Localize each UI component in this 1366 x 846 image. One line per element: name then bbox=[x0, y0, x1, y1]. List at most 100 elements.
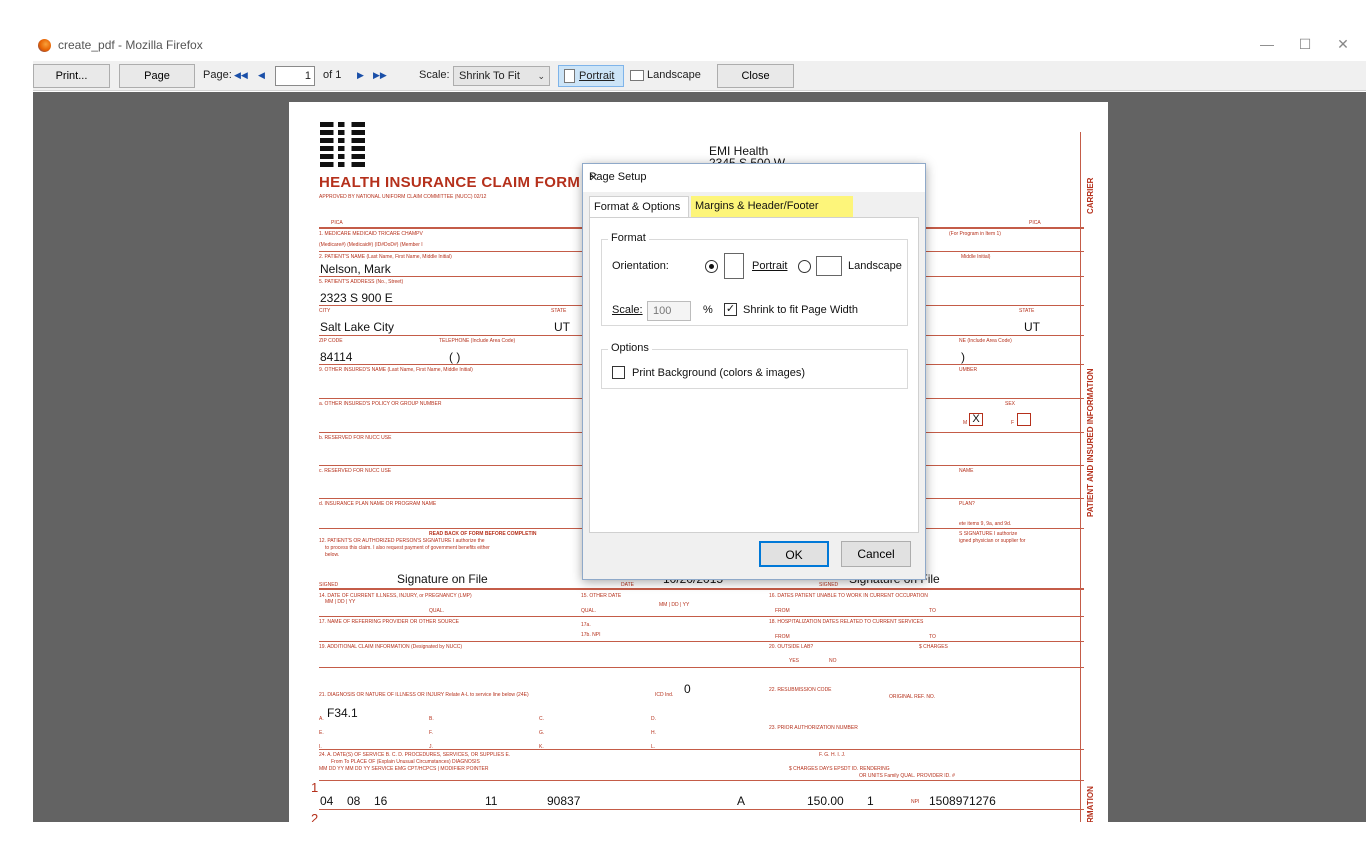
read-back-text: READ BACK OF FORM BEFORE COMPLETIN bbox=[429, 531, 537, 537]
nucc-b-label: b. RESERVED FOR NUCC USE bbox=[319, 435, 392, 441]
city: Salt Lake City bbox=[320, 320, 395, 334]
first-page-icon[interactable]: ◀◀ bbox=[234, 70, 248, 81]
hosp-to-label: TO bbox=[929, 634, 936, 640]
hosp-from-label: FROM bbox=[775, 634, 790, 640]
service-header: 24. A. DATE(S) OF SERVICE B. C. D. PROCE… bbox=[319, 752, 511, 758]
outside-lab-yes: YES bbox=[789, 658, 800, 664]
chevron-down-icon: ⌄ bbox=[537, 71, 545, 81]
zip: 84114 bbox=[320, 350, 353, 364]
scale-input[interactable]: 100 bbox=[647, 301, 691, 321]
pica-right: PICA bbox=[1029, 220, 1041, 226]
service-header-right-2: $ CHARGES DAYS EPSDT ID. RENDERING bbox=[789, 766, 890, 772]
rendering-npi: 1508971276 bbox=[929, 794, 996, 808]
service-header-2: From To PLACE OF (Explain Unusual Circum… bbox=[331, 759, 480, 765]
shrink-to-fit-checkbox[interactable]: ✓ bbox=[724, 303, 737, 316]
portrait-radio[interactable] bbox=[705, 260, 718, 273]
other-insured-label: 9. OTHER INSURED'S NAME (Last Name, Firs… bbox=[319, 367, 473, 373]
unable-from-label: FROM bbox=[775, 608, 790, 614]
state2: UT bbox=[1024, 320, 1040, 334]
insured-signature-note: S SIGNATURE I authorize bbox=[959, 531, 1018, 537]
print-background-label[interactable]: Print Background (colors & images) bbox=[632, 367, 805, 379]
shrink-to-fit-label[interactable]: Shrink to fit Page Width bbox=[743, 304, 858, 316]
landscape-page-icon bbox=[630, 70, 644, 81]
side-rule bbox=[1080, 132, 1081, 822]
middle-initial-label: Middle Initial) bbox=[961, 254, 991, 260]
state-label: STATE bbox=[551, 308, 567, 314]
tab-format-options[interactable]: Format & Options bbox=[589, 196, 689, 218]
cpt-code: 90837 bbox=[547, 794, 581, 808]
minimize-button[interactable]: — bbox=[1252, 36, 1282, 52]
print-background-checkbox[interactable] bbox=[612, 366, 625, 379]
portrait-toggle[interactable]: Portrait bbox=[558, 65, 624, 87]
maximize-button[interactable]: ☐ bbox=[1290, 36, 1320, 53]
page-number-input[interactable]: 1 bbox=[275, 66, 315, 86]
landscape-radio[interactable] bbox=[798, 260, 811, 273]
icd-ind-label: ICD Ind. bbox=[655, 692, 674, 698]
zip-label: ZIP CODE bbox=[319, 338, 343, 344]
program-note: (For Program in Item 1) bbox=[949, 231, 1001, 237]
patient-name: Nelson, Mark bbox=[320, 262, 391, 276]
next-page-icon[interactable]: ▶ bbox=[357, 70, 364, 81]
items-note: ete items 9, 9a, and 9d. bbox=[959, 521, 1012, 527]
medicare-row-2: (Medicare#) (Medicaid#) (ID#DoD#) (Membe… bbox=[319, 242, 423, 248]
portrait-page-icon bbox=[564, 69, 575, 83]
close-icon[interactable]: ✕ bbox=[589, 171, 915, 184]
other-policy-label: a. OTHER INSURED'S POLICY OR GROUP NUMBE… bbox=[319, 401, 442, 407]
illness-qual: QUAL. bbox=[429, 608, 445, 614]
diag-b: B. bbox=[429, 716, 434, 722]
form-title: HEALTH INSURANCE CLAIM FORM bbox=[319, 174, 581, 191]
side-label-patient: PATIENT AND INSURED INFORMATION bbox=[1086, 368, 1095, 517]
form-rule bbox=[319, 667, 1084, 668]
cancel-button[interactable]: Cancel bbox=[841, 541, 911, 567]
sex-f-box bbox=[1017, 413, 1031, 426]
print-button[interactable]: Print... bbox=[33, 64, 110, 88]
state: UT bbox=[554, 320, 570, 334]
unable-to-work-label: 16. DATES PATIENT UNABLE TO WORK IN CURR… bbox=[769, 593, 928, 599]
patient-signature: Signature on File bbox=[397, 572, 488, 586]
prior-auth-label: 23. PRIOR AUTHORIZATION NUMBER bbox=[769, 725, 858, 731]
service-from-dd: 08 bbox=[347, 794, 361, 808]
close-preview-button[interactable]: Close bbox=[717, 64, 794, 88]
firefox-icon bbox=[38, 39, 51, 52]
landscape-page-icon bbox=[816, 256, 842, 276]
diag-a-label: A. bbox=[319, 716, 324, 722]
units: 1 bbox=[867, 794, 874, 808]
portrait-radio-label[interactable]: Portrait bbox=[752, 260, 787, 272]
scale-select[interactable]: Shrink To Fit ⌄ bbox=[453, 66, 550, 86]
city-label: CITY bbox=[319, 308, 331, 314]
outside-charges-label: $ CHARGES bbox=[919, 644, 948, 650]
close-window-button[interactable]: ✕ bbox=[1328, 36, 1358, 53]
diagnosis-label: 21. DIAGNOSIS OR NATURE OF ILLNESS OR IN… bbox=[319, 692, 529, 698]
prev-page-icon[interactable]: ◀ bbox=[258, 70, 265, 81]
address-label: 5. PATIENT'S ADDRESS (No., Street) bbox=[319, 279, 404, 285]
page-count: of 1 bbox=[323, 69, 342, 81]
percent-label: % bbox=[703, 304, 713, 316]
service-header-right-3: OR UNITS Family QUAL. PROVIDER ID. # bbox=[859, 773, 955, 779]
icd-ind: 0 bbox=[684, 682, 691, 696]
page-setup-button[interactable]: Page Setup... bbox=[119, 64, 195, 104]
diag-a: F34.1 bbox=[327, 706, 358, 720]
options-group: Options Print Background (colors & image… bbox=[601, 342, 908, 389]
line-charges: 150.00 bbox=[807, 794, 844, 808]
ref-17b: 17b. NPI bbox=[581, 632, 601, 638]
last-page-icon[interactable]: ▶▶ bbox=[373, 70, 387, 81]
landscape-toggle[interactable]: Landscape bbox=[627, 65, 707, 87]
format-group-title: Format bbox=[608, 232, 649, 244]
hospitalization-label: 18. HOSPITALIZATION DATES RELATED TO CUR… bbox=[769, 619, 924, 625]
signature-text: 12. PATIENT'S OR AUTHORIZED PERSON'S SIG… bbox=[319, 538, 485, 544]
plan-label: d. INSURANCE PLAN NAME OR PROGRAM NAME bbox=[319, 501, 437, 507]
original-ref-label: ORIGINAL REF. NO. bbox=[889, 694, 936, 700]
resubmission-label: 22. RESUBMISSION CODE bbox=[769, 687, 832, 693]
landscape-radio-label[interactable]: Landscape bbox=[848, 260, 902, 272]
ok-button[interactable]: OK bbox=[759, 541, 829, 567]
scale-label: Scale: bbox=[612, 304, 643, 316]
scale-select-value: Shrink To Fit bbox=[459, 70, 520, 82]
portrait-label: Portrait bbox=[579, 70, 615, 82]
outside-lab-no: NO bbox=[829, 658, 837, 664]
diag-g: G. bbox=[539, 730, 545, 736]
portrait-page-icon bbox=[724, 253, 744, 279]
nucc-c-label: c. RESERVED FOR NUCC USE bbox=[319, 468, 392, 474]
signature-text-3: below. bbox=[325, 552, 340, 558]
form-rule bbox=[319, 780, 1084, 781]
other-date-label: 15. OTHER DATE bbox=[581, 593, 622, 599]
